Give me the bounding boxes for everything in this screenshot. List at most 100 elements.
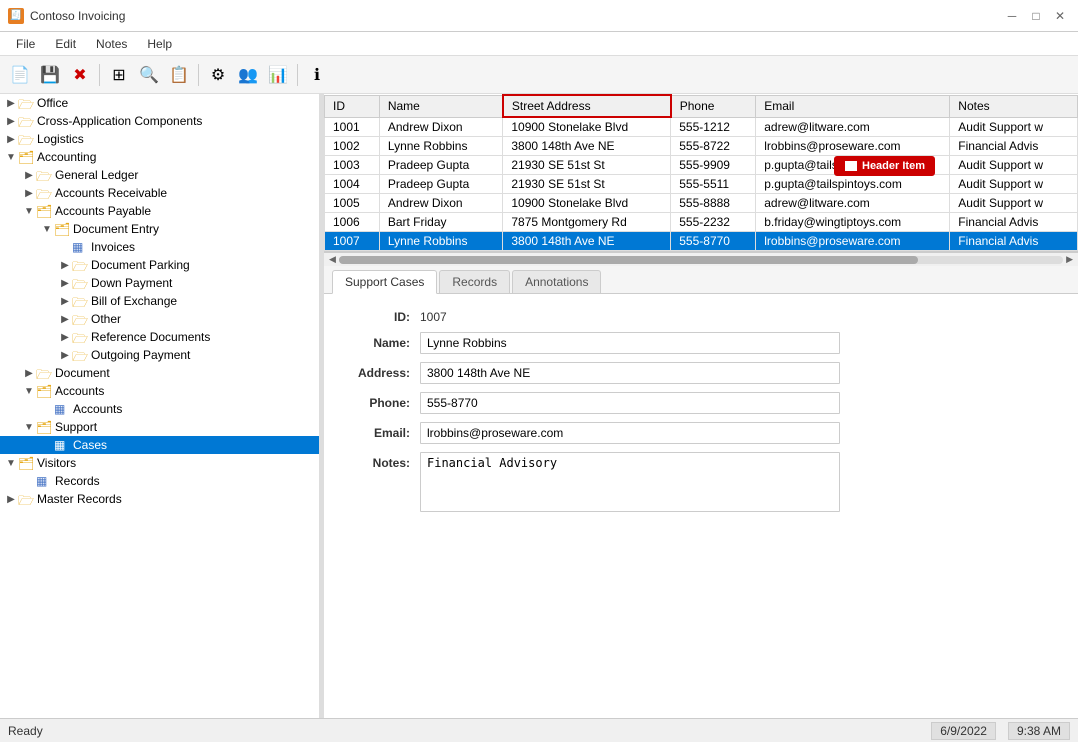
sidebar-item-label: Accounting	[37, 150, 96, 164]
cell-email: p.gupta@tailspintoys.com	[756, 175, 950, 194]
minimize-button[interactable]: ─	[1002, 6, 1022, 26]
folder-icon: 🗁	[36, 168, 52, 182]
col-id[interactable]: ID	[325, 95, 380, 117]
sidebar-item-invoices[interactable]: ▦ Invoices	[0, 238, 319, 256]
table-row[interactable]: 1005Andrew Dixon10900 Stonelake Blvd555-…	[325, 194, 1078, 213]
cell-street: 21930 SE 51st St	[503, 175, 671, 194]
tree-arrow: ▶	[58, 314, 72, 325]
tree-arrow: ▶	[22, 188, 36, 199]
tab-annotations[interactable]: Annotations	[512, 270, 601, 293]
save-button[interactable]: 💾	[36, 61, 64, 89]
sidebar-item-visitors[interactable]: ▼ 🗂 Visitors	[0, 454, 319, 472]
address-input[interactable]	[420, 362, 840, 384]
name-input[interactable]	[420, 332, 840, 354]
close-button[interactable]: ✕	[1050, 6, 1070, 26]
sidebar-item-accounts[interactable]: ▼ 🗂 Accounts	[0, 382, 319, 400]
phone-input[interactable]	[420, 392, 840, 414]
sidebar-item-label: Logistics	[37, 132, 84, 146]
scroll-right-arrow[interactable]: ▶	[1063, 254, 1076, 265]
cell-street: 7875 Montgomery Rd	[503, 213, 671, 232]
sidebar-item-document-parking[interactable]: ▶ 🗁 Document Parking	[0, 256, 319, 274]
scroll-thumb[interactable]	[339, 256, 918, 264]
table-row[interactable]: 1004Pradeep Gupta21930 SE 51st St555-551…	[325, 175, 1078, 194]
table-row[interactable]: 1007Lynne Robbins3800 148th Ave NE555-87…	[325, 232, 1078, 251]
sidebar-item-cases[interactable]: ▦ Cases	[0, 436, 319, 454]
sidebar-item-other[interactable]: ▶ 🗁 Other	[0, 310, 319, 328]
sidebar-item-support[interactable]: ▼ 🗂 Support	[0, 418, 319, 436]
col-notes[interactable]: Notes	[950, 95, 1078, 117]
table-row[interactable]: 1002Lynne Robbins3800 148th Ave NE555-87…	[325, 137, 1078, 156]
status-date: 6/9/2022	[931, 722, 996, 740]
tree-arrow: ▶	[4, 116, 18, 127]
email-input[interactable]	[420, 422, 840, 444]
tree-arrow: ▶	[22, 368, 36, 379]
sidebar-item-accounts-receivable[interactable]: ▶ 🗁 Accounts Receivable	[0, 184, 319, 202]
users-button[interactable]: 👥	[234, 61, 262, 89]
app-title: Contoso Invoicing	[30, 9, 125, 23]
header-item-badge: Header Item	[834, 156, 935, 176]
tab-records[interactable]: Records	[439, 270, 510, 293]
sidebar-item-general-ledger[interactable]: ▶ 🗁 General Ledger	[0, 166, 319, 184]
sidebar-item-label: Accounts Payable	[55, 204, 151, 218]
new-button[interactable]: 📄	[6, 61, 34, 89]
folder-icon: 🗂	[18, 150, 34, 164]
settings-button[interactable]: ⚙	[204, 61, 232, 89]
tab-support-cases[interactable]: Support Cases	[332, 270, 437, 294]
menu-notes[interactable]: Notes	[88, 35, 135, 53]
sidebar-item-document[interactable]: ▶ 🗁 Document	[0, 364, 319, 382]
cell-name: Bart Friday	[379, 213, 503, 232]
cell-notes: Financial Advis	[950, 137, 1078, 156]
data-table-container: ID Name Street Address Phone Email Notes…	[324, 94, 1078, 252]
folder-icon: 🗁	[72, 294, 88, 308]
sidebar-item-cross-app[interactable]: ▶ 🗁 Cross-Application Components	[0, 112, 319, 130]
folder-icon: 🗂	[36, 204, 52, 218]
scroll-left-arrow[interactable]: ◀	[326, 254, 339, 265]
status-time: 9:38 AM	[1008, 722, 1070, 740]
table-button[interactable]: ⊞	[105, 61, 133, 89]
menu-help[interactable]: Help	[139, 35, 180, 53]
info-button[interactable]: ℹ	[303, 61, 331, 89]
excel-button[interactable]: 📊	[264, 61, 292, 89]
sidebar-item-down-payment[interactable]: ▶ 🗁 Down Payment	[0, 274, 319, 292]
col-street[interactable]: Street Address	[503, 95, 671, 117]
sidebar-item-office[interactable]: ▶ 🗁 Office	[0, 94, 319, 112]
sidebar-item-accounts-table[interactable]: ▦ Accounts	[0, 400, 319, 418]
sidebar-item-bill-of-exchange[interactable]: ▶ 🗁 Bill of Exchange	[0, 292, 319, 310]
folder-icon: 🗁	[18, 96, 34, 110]
form-row-notes: Notes:	[340, 452, 1062, 512]
tree-arrow: ▶	[22, 170, 36, 181]
maximize-button[interactable]: □	[1026, 6, 1046, 26]
phone-label: Phone:	[340, 392, 420, 410]
tree-arrow: ▶	[58, 260, 72, 271]
sidebar-item-outgoing-payment[interactable]: ▶ 🗁 Outgoing Payment	[0, 346, 319, 364]
sidebar-item-records[interactable]: ▦ Records	[0, 472, 319, 490]
sidebar-item-logistics[interactable]: ▶ 🗁 Logistics	[0, 130, 319, 148]
delete-button[interactable]: ✖	[66, 61, 94, 89]
cell-name: Andrew Dixon	[379, 194, 503, 213]
status-bar: Ready 6/9/2022 9:38 AM	[0, 718, 1078, 742]
tree-arrow: ▶	[4, 98, 18, 109]
menu-file[interactable]: File	[8, 35, 43, 53]
sidebar-item-reference-documents[interactable]: ▶ 🗁 Reference Documents	[0, 328, 319, 346]
clipboard-button[interactable]: 📋	[165, 61, 193, 89]
cell-street: 21930 SE 51st St	[503, 156, 671, 175]
tree-arrow: ▼	[4, 458, 18, 469]
scroll-track[interactable]	[339, 256, 1063, 264]
sidebar-item-master-records[interactable]: ▶ 🗁 Master Records	[0, 490, 319, 508]
sidebar-item-accounting[interactable]: ▼ 🗂 Accounting	[0, 148, 319, 166]
table-row[interactable]: 1001Andrew Dixon10900 Stonelake Blvd555-…	[325, 117, 1078, 137]
col-name[interactable]: Name	[379, 95, 503, 117]
table-row[interactable]: 1003Pradeep Gupta21930 SE 51st St555-990…	[325, 156, 1078, 175]
menu-edit[interactable]: Edit	[47, 35, 84, 53]
sidebar-item-label: Records	[55, 474, 100, 488]
table-row[interactable]: 1006Bart Friday7875 Montgomery Rd555-223…	[325, 213, 1078, 232]
cell-notes: Audit Support w	[950, 156, 1078, 175]
sidebar-item-document-entry[interactable]: ▼ 🗂 Document Entry	[0, 220, 319, 238]
cell-name: Lynne Robbins	[379, 137, 503, 156]
sidebar-item-accounts-payable[interactable]: ▼ 🗂 Accounts Payable	[0, 202, 319, 220]
search-button[interactable]: 🔍	[135, 61, 163, 89]
notes-input[interactable]	[420, 452, 840, 512]
col-email[interactable]: Email	[756, 95, 950, 117]
horizontal-scrollbar[interactable]: ◀ ▶	[324, 252, 1078, 266]
col-phone[interactable]: Phone	[671, 95, 756, 117]
